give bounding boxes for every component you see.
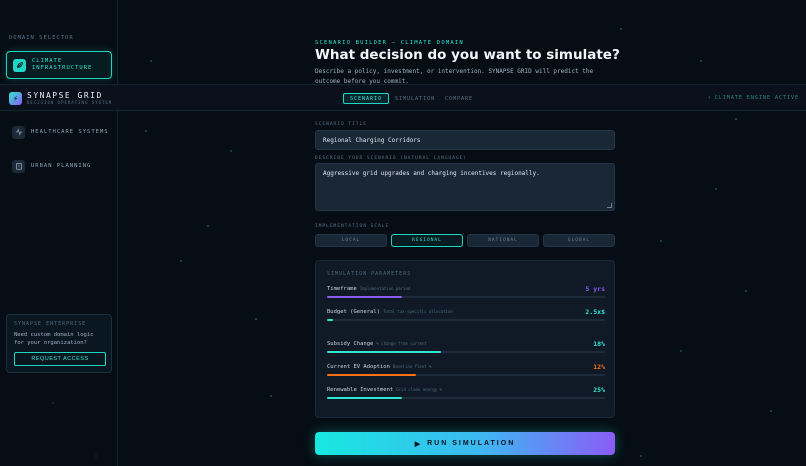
leaf-icon	[13, 58, 26, 72]
run-simulation-button[interactable]: ▶ RUN SIMULATION	[315, 432, 615, 455]
scale-local-button[interactable]: LOCAL	[315, 234, 387, 247]
parameter-value: 2.5x$	[585, 308, 605, 316]
slider-track[interactable]	[327, 296, 605, 298]
parameter-slider[interactable]: Budget (General) Total tax-specific alloc…	[327, 308, 605, 323]
tab-scenario[interactable]: SCENARIO	[343, 93, 390, 104]
parameter-name: Subsidy Change% change from current	[327, 341, 427, 347]
scenario-description-input[interactable]: Aggressive grid upgrades and charging in…	[315, 163, 615, 211]
parameters-title: SIMULATION PARAMETERS	[327, 271, 412, 277]
enterprise-text: Need custom domain logic for your organi…	[14, 332, 94, 346]
tab-simulation[interactable]: SIMULATION	[389, 93, 441, 104]
sidebar-item-urban[interactable]: URBAN PLANNING	[6, 152, 112, 180]
slider-fill	[327, 319, 333, 321]
pulse-icon	[12, 125, 25, 139]
enterprise-card: SYNAPSE ENTERPRISE Need custom domain lo…	[6, 314, 112, 373]
sidebar-item-label: CLIMATE INFRASTRUCTURE	[32, 58, 93, 71]
scale-national-button[interactable]: NATIONAL	[467, 234, 539, 247]
implementation-scale-selector: LOCAL REGIONAL NATIONAL GLOBAL	[315, 234, 615, 247]
slider-fill	[327, 374, 416, 376]
scenario-description-label: DESCRIBE YOUR SCENARIO (natural language…	[315, 156, 468, 161]
scale-global-button[interactable]: GLOBAL	[543, 234, 615, 247]
parameter-slider[interactable]: Subsidy Change% change from current 18%	[327, 340, 605, 355]
parameter-name: Timeframe Implementation period	[327, 286, 411, 292]
slider-track[interactable]	[327, 319, 605, 321]
slider-track[interactable]	[327, 397, 605, 399]
slider-track[interactable]	[327, 351, 605, 353]
brand-name: SYNAPSE GRID	[27, 91, 103, 100]
parameter-name: Current EV Adoption Baseline fleet %	[327, 364, 432, 370]
sidebar-item-healthcare[interactable]: HEALTHCARE SYSTEMS	[6, 118, 112, 146]
parameter-slider[interactable]: Current EV Adoption Baseline fleet % 12%	[327, 363, 605, 378]
parameter-slider[interactable]: Timeframe Implementation period 5 yrs	[327, 285, 605, 300]
engine-status: ⚡ CLIMATE ENGINE ACTIVE	[708, 95, 799, 101]
slider-fill	[327, 296, 403, 298]
lightning-logo-icon: ⚡	[9, 92, 22, 105]
implementation-scale-label: IMPLEMENTATION SCALE	[315, 224, 390, 229]
run-simulation-label: RUN SIMULATION	[427, 440, 516, 447]
parameter-hint: Implementation period	[359, 286, 411, 291]
parameter-value: 5 yrs	[585, 285, 605, 293]
parameter-name: Renewable Investment Grid clean energy %	[327, 387, 442, 393]
parameter-value: 12%	[593, 363, 605, 371]
resize-handle-icon[interactable]	[607, 203, 612, 208]
scenario-description-text: Aggressive grid upgrades and charging in…	[323, 170, 540, 177]
brand-tagline: DECISION OPERATING SYSTEM	[27, 100, 113, 105]
enterprise-title: SYNAPSE ENTERPRISE	[14, 321, 87, 327]
sidebar-section-label: DOMAIN SELECTOR	[9, 35, 74, 41]
tab-compare[interactable]: COMPARE	[439, 93, 479, 104]
sidebar-item-label: HEALTHCARE SYSTEMS	[31, 128, 109, 135]
parameter-value: 25%	[593, 386, 605, 394]
sidebar: DOMAIN SELECTOR CLIMATE INFRASTRUCTURE H…	[0, 0, 118, 466]
scenario-title-input[interactable]: Regional Charging Corridors	[315, 130, 615, 150]
page-title: What decision do you want to simulate?	[315, 47, 620, 63]
play-icon: ▶	[414, 440, 423, 448]
scenario-title-label: SCENARIO TITLE	[315, 122, 367, 127]
simulation-parameters-panel: SIMULATION PARAMETERS Timeframe Implement…	[315, 260, 615, 418]
slider-track[interactable]	[327, 374, 605, 376]
parameter-name: Budget (General) Total tax-specific alloc…	[327, 309, 453, 315]
parameter-hint: Grid clean energy %	[396, 387, 442, 392]
parameter-slider[interactable]: Renewable Investment Grid clean energy % 2…	[327, 386, 605, 401]
top-bar: ⚡ SYNAPSE GRID DECISION OPERATING SYSTEM…	[0, 84, 806, 111]
engine-status-text: CLIMATE ENGINE ACTIVE	[714, 95, 799, 101]
building-icon	[12, 159, 25, 173]
parameter-hint: % change from current	[376, 341, 427, 346]
parameter-hint: Total tax-specific allocation	[382, 309, 453, 314]
sidebar-item-label: URBAN PLANNING	[31, 162, 92, 169]
slider-fill	[327, 397, 403, 399]
lightning-icon: ⚡	[707, 95, 712, 101]
slider-fill	[327, 351, 441, 353]
scale-regional-button[interactable]: REGIONAL	[391, 234, 463, 247]
parameter-hint: Baseline fleet %	[392, 364, 432, 369]
parameter-value: 18%	[593, 340, 605, 348]
page-description: Describe a policy, investment, or interv…	[315, 68, 594, 85]
section-eyebrow: SCENARIO BUILDER — CLIMATE DOMAIN	[315, 40, 464, 46]
request-access-button[interactable]: REQUEST ACCESS	[14, 352, 106, 366]
sidebar-item-climate[interactable]: CLIMATE INFRASTRUCTURE	[6, 51, 112, 79]
